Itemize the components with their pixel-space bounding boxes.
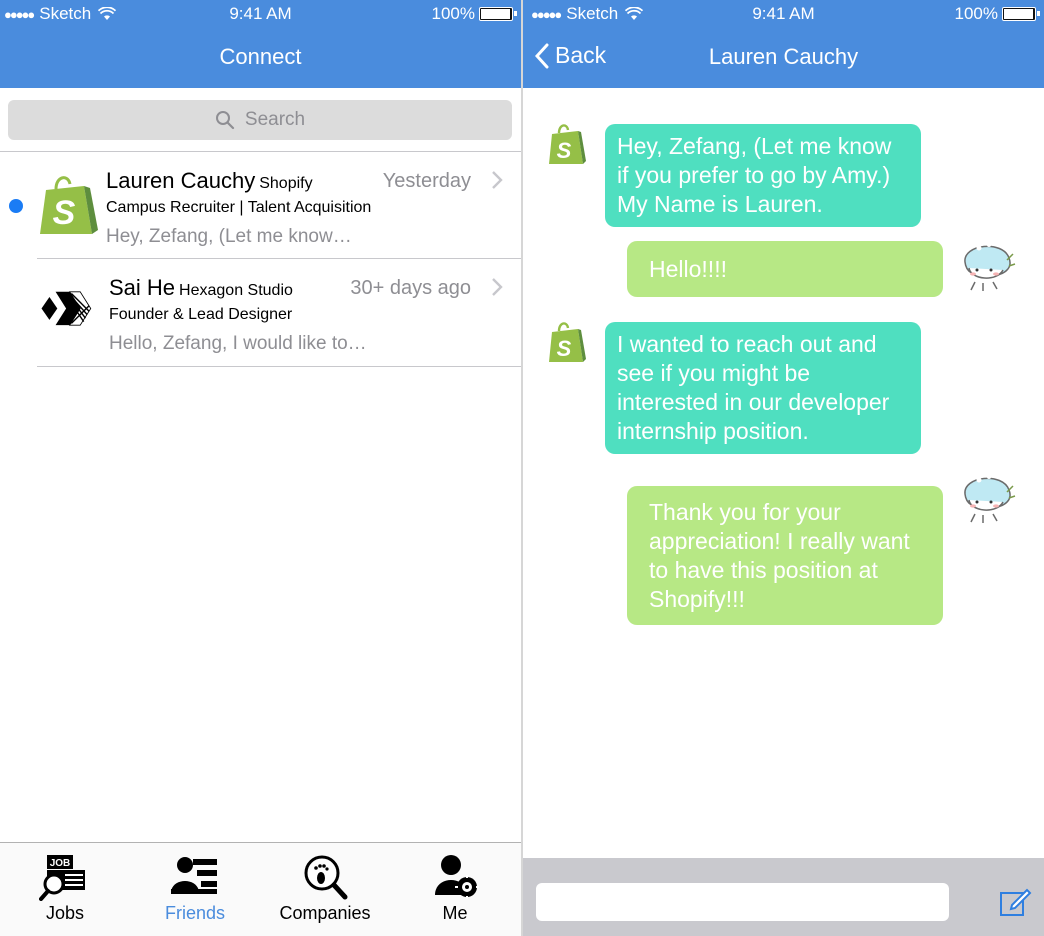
contact-role: Founder & Lead Designer: [109, 306, 293, 323]
contact-name: Lauren Cauchy: [106, 168, 256, 193]
outgoing-message: Hello!!!!: [627, 241, 943, 297]
battery-percent: 100%: [431, 4, 475, 23]
message-list: S Hey, Zefang, (Let me know if you prefe…: [523, 88, 1044, 858]
connect-navbar: ●●●●● Sketch 9:41 AM 100% Connect: [0, 0, 521, 88]
user-avatar-icon: [964, 475, 1016, 523]
search-icon: [215, 111, 234, 130]
shopify-bag-icon: S: [40, 176, 98, 234]
contact-company: Hexagon Studio: [179, 282, 293, 299]
conversation-time: Yesterday: [382, 170, 471, 192]
tab-label: Friends: [164, 903, 226, 923]
message-preview: Hey, Zefang, (Let me know…: [106, 226, 352, 247]
search-placeholder: Search: [244, 109, 306, 130]
tab-jobs[interactable]: JOB Jobs: [0, 843, 130, 936]
message-composer: [523, 858, 1044, 936]
search-bar: Search: [0, 88, 521, 152]
conversation-row[interactable]: Sai He Hexagon Studio 30+ days ago Founde…: [0, 259, 521, 367]
tab-label: Me: [442, 903, 468, 923]
page-title: Connect: [219, 44, 302, 69]
contact-name-line: Lauren Cauchy Shopify: [106, 168, 313, 194]
incoming-message: I wanted to reach out and see if you mig…: [605, 322, 921, 454]
chat-screen: ●●●●● Sketch 9:41 AM 100% Back Lauren Ca…: [523, 0, 1044, 936]
conversation-time: 30+ days ago: [350, 277, 471, 299]
tab-label: Companies: [279, 903, 371, 923]
conversation-row[interactable]: S Lauren Cauchy Shopify Yesterday Campus …: [0, 152, 521, 259]
shopify-bag-icon: S: [549, 124, 586, 164]
battery-percent: 100%: [954, 4, 998, 23]
friends-list-icon: [171, 857, 217, 894]
svg-text:JOB: JOB: [50, 858, 71, 869]
chat-title: Lauren Cauchy: [708, 44, 859, 69]
row-divider: [37, 366, 521, 367]
contact-name: Sai He: [109, 275, 176, 300]
contact-role: Campus Recruiter | Talent Acquisition: [106, 199, 372, 216]
compose-icon[interactable]: [998, 885, 1032, 919]
contact-company: Shopify: [259, 175, 313, 192]
tab-label: Jobs: [45, 903, 85, 923]
contact-name-line: Sai He Hexagon Studio: [109, 275, 293, 301]
svg-text:S: S: [557, 138, 572, 163]
shopify-bag-icon: S: [549, 322, 586, 362]
outgoing-message: Thank you for your appreciation! I reall…: [627, 486, 943, 625]
status-bar: ●●●●● Sketch 9:41 AM 100%: [523, 4, 1044, 26]
unread-dot: [9, 199, 23, 213]
svg-text:S: S: [53, 194, 76, 232]
connect-screen: ●●●●● Sketch 9:41 AM 100% Connect Search…: [0, 0, 521, 936]
search-input[interactable]: Search: [8, 100, 512, 140]
battery: 100%: [431, 4, 517, 24]
status-bar: ●●●●● Sketch 9:41 AM 100%: [0, 4, 521, 26]
message-preview: Hello, Zefang, I would like to…: [109, 333, 367, 354]
user-avatar-icon: [964, 243, 1016, 291]
battery-icon: [1002, 7, 1040, 21]
svg-text:S: S: [557, 336, 572, 361]
chat-navbar: ●●●●● Sketch 9:41 AM 100% Back Lauren Ca…: [523, 0, 1044, 88]
hexagon-studio-logo: [41, 291, 92, 326]
battery: 100%: [954, 4, 1040, 24]
jobs-search-icon: JOB: [39, 855, 85, 901]
tab-friends[interactable]: Friends: [130, 843, 260, 936]
battery-icon: [479, 7, 517, 21]
tab-companies[interactable]: Companies: [260, 843, 390, 936]
me-settings-icon: [435, 855, 479, 899]
message-input[interactable]: [536, 883, 949, 921]
tab-bar: JOB Jobs Friends Companies Me: [0, 842, 521, 936]
incoming-message: Hey, Zefang, (Let me know if you prefer …: [605, 124, 921, 227]
chevron-right-icon: [492, 171, 503, 189]
companies-footprint-icon: [304, 855, 348, 900]
chevron-right-icon: [492, 278, 503, 296]
tab-me[interactable]: Me: [390, 843, 520, 936]
